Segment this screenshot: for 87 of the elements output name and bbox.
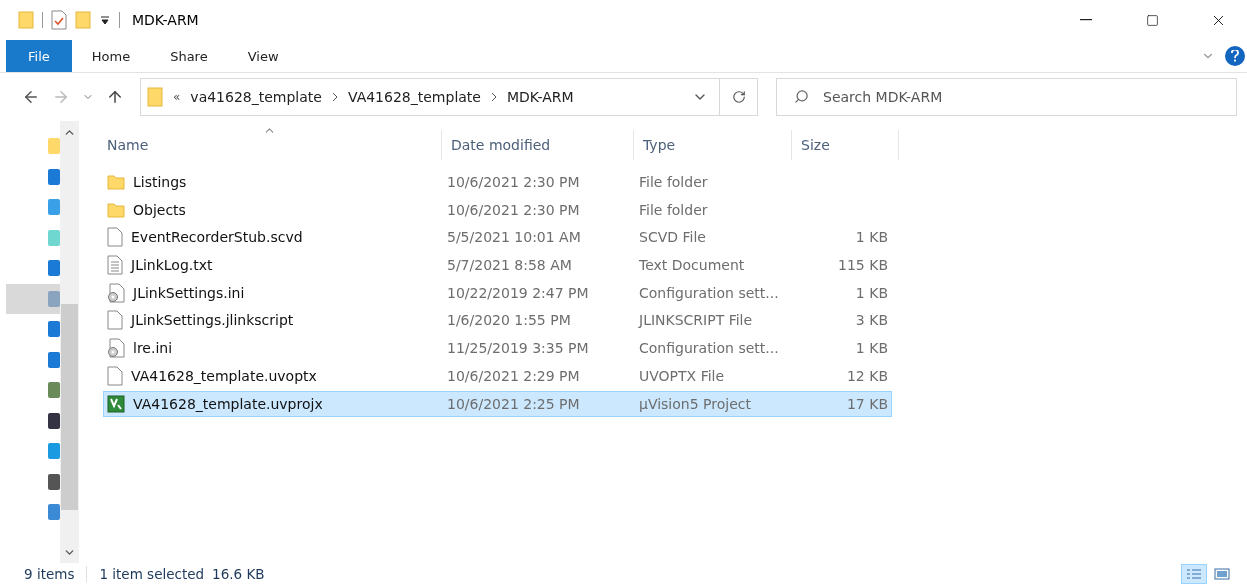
file-row[interactable]: VA41628_template.uvoptx 10/6/2021 2:29 PM UVOPTX File 12 KB — [103, 362, 892, 389]
column-header[interactable]: Size — [792, 130, 899, 160]
text-file-icon — [107, 255, 123, 276]
ribbon-tab[interactable]: Share — [150, 40, 228, 72]
ribbon-tab[interactable]: File — [6, 40, 72, 72]
date-modified: 10/22/2019 2:47 PM — [446, 284, 590, 301]
ribbon-tab[interactable]: Home — [71, 40, 151, 72]
settings-file-icon — [107, 282, 125, 303]
file-name: Listings — [133, 174, 187, 190]
file-type: Text Document — [638, 257, 746, 274]
item-count: 9 items — [24, 566, 75, 582]
file-size: 1 KB — [854, 229, 889, 246]
file-name: lre.ini — [133, 340, 173, 357]
overflow-chevron[interactable]: « — [173, 90, 181, 104]
maximize-icon — [1145, 13, 1159, 27]
file-row[interactable]: Listings 10/6/2021 2:30 PM File folder — [103, 169, 892, 195]
new-folder-icon — [75, 11, 91, 29]
folder-icon — [107, 173, 125, 191]
file-type: JLINKSCRIPT File — [637, 312, 754, 329]
file-row[interactable]: JLinkLog.txt 5/7/2021 8:58 AM Text Document 115 KB — [103, 252, 892, 279]
date-modified: 10/6/2021 2:29 PM — [446, 367, 581, 384]
ribbon-tab[interactable]: View — [227, 40, 299, 72]
file-icon — [107, 310, 123, 331]
file-name: JLinkLog.txt — [131, 257, 213, 274]
file-row[interactable]: JLinkSettings.ini 10/22/2019 2:47 PM Configuration sett... 1 KB — [103, 279, 892, 306]
column-header[interactable]: Type — [634, 130, 792, 160]
folder-icon — [107, 200, 125, 219]
refresh-icon — [731, 90, 746, 104]
file-type: File folder — [638, 201, 709, 218]
file-row[interactable]: JLinkSettings.jlinkscript 1/6/2020 1:55 PM JLINKSCRIPT File 3 KB — [103, 307, 892, 334]
project-file-icon — [107, 394, 125, 413]
search-field[interactable]: Search MDK-ARM — [776, 78, 1237, 116]
window-title: MDK-ARM — [132, 12, 200, 28]
chevron-right-icon — [490, 92, 497, 102]
file-size: 12 KB — [845, 367, 889, 384]
file-row[interactable]: Objects 10/6/2021 2:30 PM File folder — [103, 196, 892, 223]
date-modified: 10/6/2021 2:30 PM — [446, 201, 581, 218]
file-icon — [107, 227, 123, 248]
help-icon[interactable] — [1225, 46, 1245, 66]
file-row[interactable]: EventRecorderStub.scvd 5/5/2021 10:01 AM SCVD File 1 KB — [103, 224, 892, 251]
folder-icon — [48, 136, 60, 157]
chevron-right-icon — [331, 92, 338, 102]
breadcrumb[interactable]: VA41628_template — [347, 89, 481, 105]
file-row[interactable]: lre.ini 11/25/2019 3:35 PM Configuration sett... 1 KB — [103, 335, 892, 362]
file-row[interactable]: VA41628_template.uvprojx 10/6/2021 2:25 PM µVision5 Project 17 KB — [103, 390, 892, 417]
column-header[interactable]: Date modified — [442, 130, 634, 160]
file-icon — [107, 365, 123, 386]
file-name: JLinkSettings.jlinkscript — [131, 312, 294, 329]
file-size: 17 KB — [845, 395, 889, 412]
file-name: VA41628_template.uvprojx — [133, 395, 323, 412]
forward-arrow-icon — [52, 88, 70, 106]
breadcrumb[interactable]: MDK-ARM — [506, 89, 574, 105]
column-header[interactable]: Name — [103, 130, 442, 160]
file-type: µVision5 Project — [638, 395, 752, 412]
date-modified: 1/6/2020 1:55 PM — [446, 312, 572, 329]
file-size: 3 KB — [854, 312, 889, 329]
customize-icon — [99, 14, 111, 26]
file-type: Configuration sett... — [638, 284, 780, 301]
file-name: Objects — [133, 201, 186, 218]
date-modified: 10/6/2021 2:25 PM — [446, 395, 581, 412]
file-type: Configuration sett... — [638, 340, 780, 357]
file-name: JLinkSettings.ini — [133, 284, 245, 301]
details-view-button[interactable] — [1181, 564, 1207, 584]
selection-count: 1 item selected — [99, 566, 205, 582]
selection-size: 16.6 KB — [212, 566, 265, 582]
properties-icon — [51, 10, 67, 30]
date-modified: 5/5/2021 10:01 AM — [446, 229, 582, 246]
scrollbar[interactable] — [60, 121, 79, 563]
file-type: SCVD File — [638, 229, 707, 246]
file-name: VA41628_template.uvoptx — [131, 367, 317, 384]
date-modified: 11/25/2019 3:35 PM — [446, 340, 590, 357]
file-type: File folder — [638, 174, 709, 190]
file-size: 1 KB — [854, 284, 889, 301]
date-modified: 5/7/2021 8:58 AM — [446, 257, 573, 274]
details-view-icon — [1186, 568, 1202, 580]
folder-icon — [147, 87, 163, 107]
breadcrumb[interactable]: va41628_template — [190, 89, 322, 105]
file-size: 115 KB — [837, 257, 889, 274]
date-modified: 10/6/2021 2:30 PM — [446, 174, 581, 190]
settings-file-icon — [107, 338, 125, 359]
minimize-icon — [1080, 19, 1092, 21]
file-name: EventRecorderStub.scvd — [131, 229, 303, 246]
address-bar[interactable]: « va41628_template VA41628_template MDK-ARM — [140, 78, 758, 116]
file-type: UVOPTX File — [638, 367, 726, 384]
folder-icon — [18, 11, 34, 29]
large-icons-view-icon — [1214, 568, 1230, 580]
file-size: 1 KB — [854, 340, 889, 357]
